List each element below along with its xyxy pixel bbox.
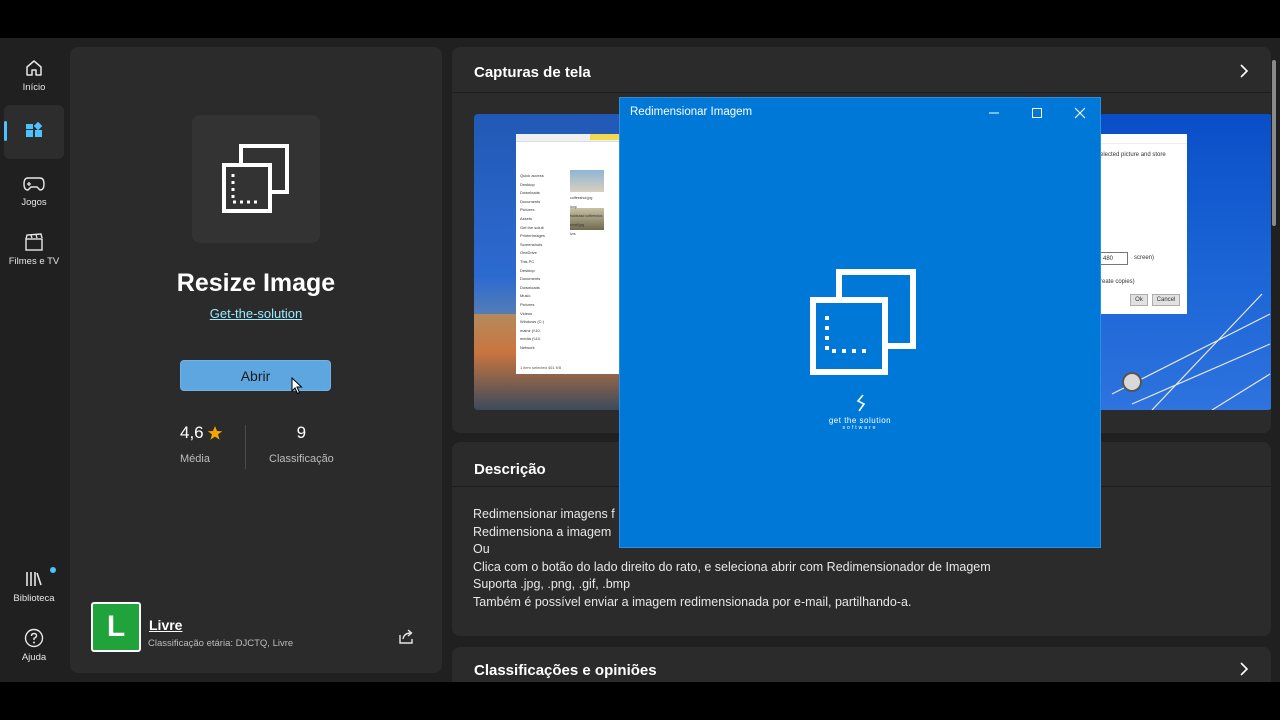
rating-value: 4,6 [180, 423, 204, 442]
explorer-nav-item: Pictures [520, 301, 535, 307]
description-title: Descrição [474, 461, 546, 478]
explorer-nav-item: Quick access [520, 173, 544, 178]
nav-item-home[interactable]: Início [4, 48, 64, 102]
product-panel: Resize Image Get-the-solution Abrir 4,6 … [70, 47, 442, 673]
minimize-button[interactable] [973, 98, 1015, 128]
clapperboard-icon [25, 232, 43, 251]
preview-copies-text: reate copies) [1100, 279, 1135, 285]
thumbnail-1 [570, 170, 604, 192]
explorer-nav-item: mainz (\\10. [520, 327, 541, 333]
app-logo-tile [192, 115, 320, 243]
nav-item-movies[interactable]: Filmes e TV [4, 222, 64, 276]
app-title: Resize Image [176, 269, 336, 297]
redimensionar-imagem-window: Redimensionar Imagem get the solution so… [619, 97, 1101, 548]
close-icon [1074, 107, 1086, 119]
resize-image-logo-icon [222, 144, 289, 213]
nav-item-games[interactable]: Jogos [4, 164, 64, 218]
reviews-label: Classificação [269, 453, 334, 465]
explorer-nav-item: Screenshots [520, 241, 543, 247]
screenshot-2[interactable]: elected picture and store 480 screen) re… [1092, 114, 1271, 410]
explorer-nav-item: Music [520, 293, 531, 299]
preview-line1: elected picture and store [1100, 152, 1166, 158]
explorer-nav-item: OneDrive [520, 250, 537, 256]
explorer-nav-item: Network [520, 344, 535, 350]
explorer-nav-item: Windows (C:) [520, 319, 545, 325]
minimize-icon [989, 112, 999, 114]
help-icon [24, 628, 44, 647]
update-badge [50, 567, 56, 573]
description-line: Clica com o botão do lado direito do rat… [473, 559, 991, 574]
age-rating-title[interactable]: Livre [149, 617, 182, 633]
mouse-cursor-icon [291, 377, 303, 395]
explorer-window: Quick access Desktop Downloads Documents Pic… [516, 134, 624, 374]
explorer-nav-item: Downloads [520, 190, 540, 196]
explorer-nav-item: Pictures [520, 207, 535, 213]
nav-item-library[interactable]: Biblioteca [4, 559, 64, 613]
nav-rail: Início Jogos Filmes e TV Biblioteca Ajud… [0, 38, 68, 682]
maximize-icon [1032, 108, 1042, 118]
explorer-nav-item: media (\\10. [520, 336, 542, 342]
preview-ok-button: Ok [1130, 294, 1148, 306]
age-rating-badge: L [91, 602, 141, 652]
gamepad-icon [23, 176, 45, 191]
thumbnail-caption: loop [570, 205, 577, 209]
scrollbar[interactable] [1272, 60, 1276, 226]
nav-label-home: Início [22, 81, 46, 93]
library-icon [26, 571, 42, 586]
home-icon [26, 59, 42, 76]
preview-cancel-button: Cancel [1152, 294, 1180, 306]
window-title: Redimensionar Imagem [630, 106, 753, 118]
explorer-nav-item: This PC [520, 258, 535, 264]
splash-brand-subtext: software [842, 425, 878, 431]
get-the-solution-logo-icon [856, 394, 866, 412]
maximize-button[interactable] [1016, 98, 1058, 128]
chevron-right-icon[interactable] [1237, 64, 1251, 78]
chevron-right-icon[interactable] [1237, 662, 1251, 676]
rating-label: Média [180, 453, 210, 465]
reviews-section: Classificações e opiniões [452, 647, 1271, 682]
explorer-nav-item: Documents [520, 198, 541, 204]
close-button[interactable] [1059, 98, 1101, 128]
reviews-stat: 9 Classificação [269, 423, 334, 465]
screenshot-1[interactable]: Quick access Desktop Downloads Documents Pic… [474, 114, 624, 410]
nav-item-apps[interactable] [4, 105, 64, 159]
thumbnail-caption: lvrs [570, 232, 576, 236]
nav-label-help: Ajuda [21, 651, 47, 663]
preview-screen-text: screen) [1134, 255, 1155, 261]
nav-item-help[interactable]: Ajuda [4, 618, 64, 672]
explorer-status: 1 item selected 461 KB [520, 365, 562, 370]
explorer-nav-item: Desktop [520, 181, 535, 187]
explorer-nav-item: Get the soluti [520, 224, 544, 230]
resize-image-splash-logo-icon [810, 269, 916, 375]
explorer-nav-item: Desktop [520, 267, 535, 273]
stat-divider [245, 425, 246, 469]
splash-brand-text: get the solution [828, 416, 892, 425]
explorer-nav-item: PrinterImages [520, 233, 545, 239]
reviews-count: 9 [296, 423, 307, 442]
publisher-link[interactable]: Get-the-solution [70, 306, 442, 321]
share-icon[interactable] [396, 627, 416, 647]
width-input: 480 [1100, 252, 1128, 265]
resize-dialog-preview: elected picture and store 480 screen) re… [1100, 134, 1187, 314]
description-line: Também é possível enviar a imagem redime… [473, 594, 912, 609]
nav-label-games: Jogos [21, 196, 47, 208]
reviews-title: Classificações e opiniões [474, 662, 657, 679]
explorer-nav-item: Assets [520, 215, 533, 221]
nav-label-library: Biblioteca [13, 592, 55, 604]
star-icon [207, 426, 222, 440]
explorer-nav-item: Downloads [520, 284, 540, 290]
explorer-nav-item: Documents [520, 276, 541, 282]
description-line: Suporta .jpg, .png, .gif, .bmp [473, 577, 631, 591]
thumbnail-caption: fsddsasd coffeeshot-small.jpg [570, 214, 604, 227]
open-button[interactable]: Abrir [180, 360, 331, 391]
screenshots-title: Capturas de tela [474, 64, 591, 81]
nav-label-movies: Filmes e TV [8, 255, 60, 267]
explorer-nav-item: Videos [520, 310, 533, 316]
age-rating-subtitle: Classificação etária: DJCTQ, Livre [148, 638, 294, 649]
apps-icon [26, 122, 43, 137]
thumbnail-caption: coffeeshot.jpg [570, 196, 593, 200]
rating-stat: 4,6 Média [180, 423, 223, 465]
